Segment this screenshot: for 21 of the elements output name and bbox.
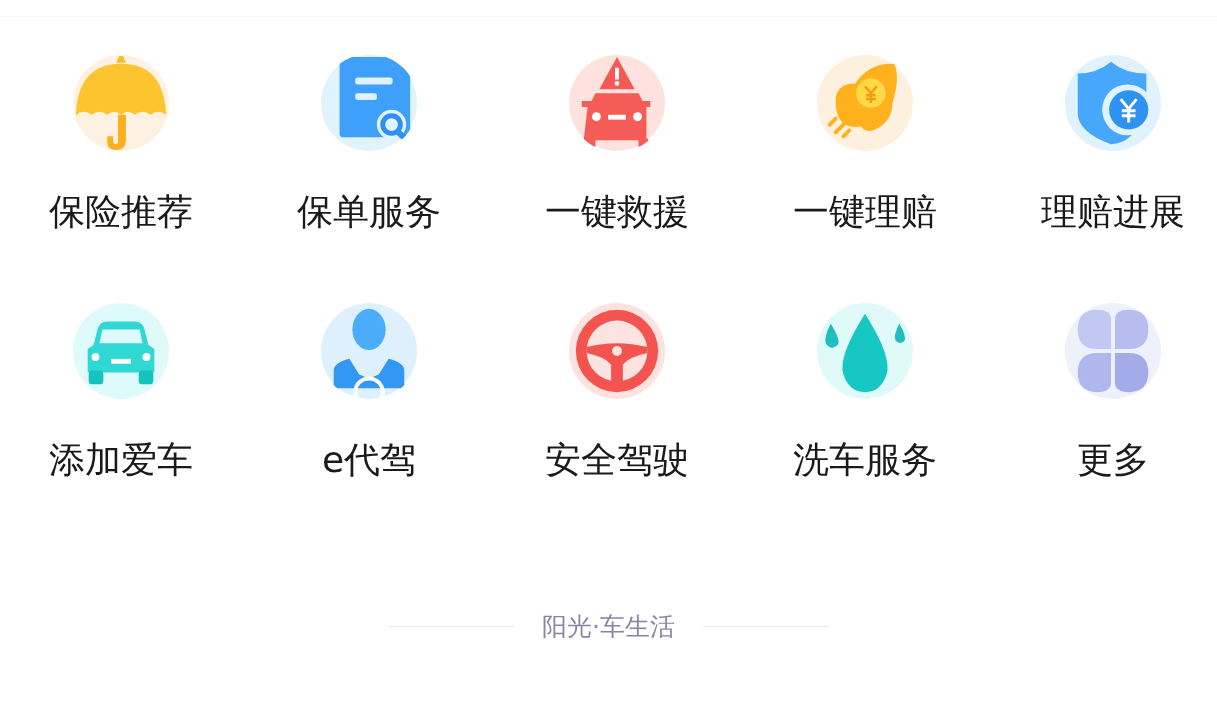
umbrella-icon[interactable] [72, 54, 170, 152]
service-label[interactable]: 更多 [1077, 438, 1149, 482]
service-label[interactable]: 理赔进展 [1041, 190, 1185, 234]
service-label[interactable]: 一键理赔 [793, 190, 937, 234]
service-label[interactable]: e代驾 [321, 438, 417, 482]
service-label[interactable]: 添加爱车 [49, 438, 193, 482]
water-drop-icon[interactable] [816, 302, 914, 400]
footer-slogan: 阳光·车生活 [542, 611, 675, 643]
service-label[interactable]: 保单服务 [297, 190, 441, 234]
service-label[interactable]: 一键救援 [545, 190, 689, 234]
service-label[interactable]: 洗车服务 [793, 438, 937, 482]
car-icon[interactable] [72, 302, 170, 400]
service-label[interactable]: 保险推荐 [49, 190, 193, 234]
driver-icon[interactable] [320, 302, 418, 400]
shield-coin-icon[interactable] [1064, 54, 1162, 152]
coin-rocket-icon[interactable] [816, 54, 914, 152]
more-icon[interactable] [1064, 302, 1162, 400]
document-search-icon[interactable] [320, 54, 418, 152]
service-label[interactable]: 安全驾驶 [545, 438, 689, 482]
car-warning-icon[interactable] [568, 54, 666, 152]
steering-wheel-icon[interactable] [568, 302, 666, 400]
